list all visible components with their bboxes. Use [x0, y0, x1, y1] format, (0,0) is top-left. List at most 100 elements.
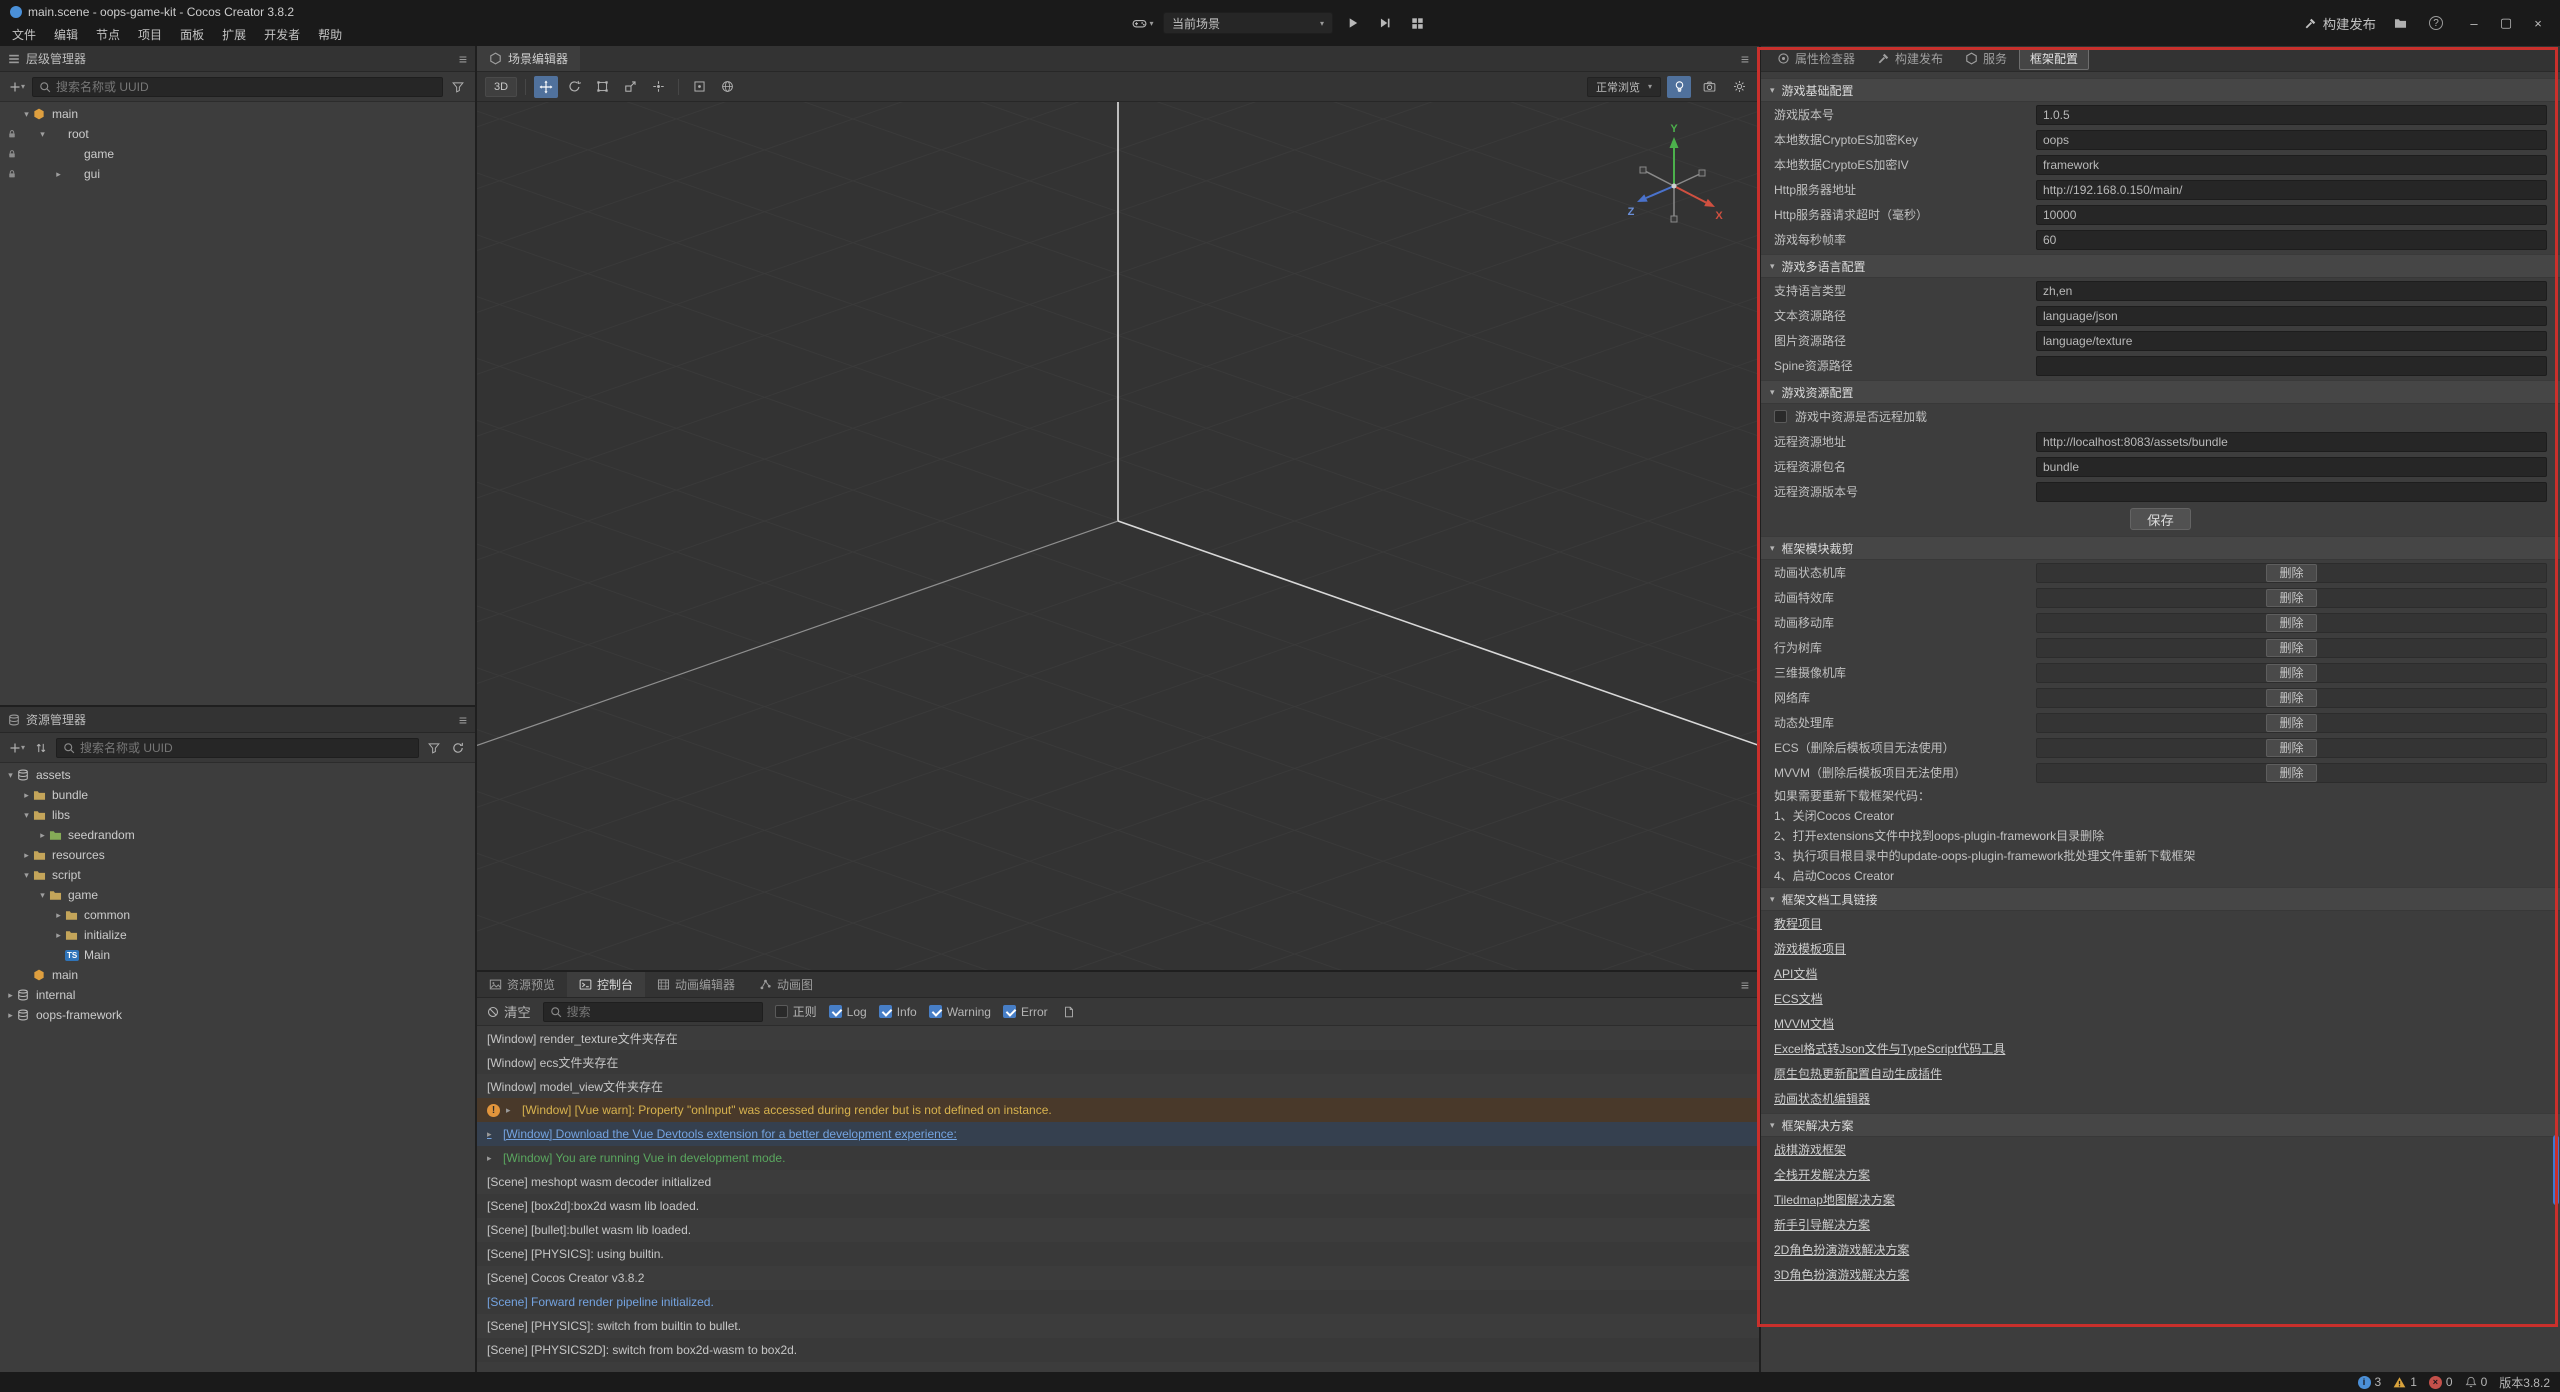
panel-menu-icon[interactable]: ≡ — [459, 51, 467, 67]
expand-arrow-icon[interactable]: ▾ — [36, 890, 49, 901]
expand-arrow-icon[interactable]: ▸ — [20, 850, 33, 861]
layout-button[interactable] — [1405, 12, 1429, 34]
menu-item-4[interactable]: 面板 — [171, 24, 213, 46]
doc-link[interactable]: 全栈开发解决方案 — [1774, 1166, 1870, 1183]
tree-row-game[interactable]: ▾game — [0, 885, 475, 905]
play-button[interactable] — [1341, 12, 1365, 34]
doc-link[interactable]: 教程项目 — [1774, 915, 1822, 932]
coordinate-space-button[interactable] — [715, 76, 739, 98]
property-input[interactable] — [2036, 356, 2547, 376]
tree-row-common[interactable]: ▸common — [0, 905, 475, 925]
menu-item-7[interactable]: 帮助 — [309, 24, 351, 46]
scene-select[interactable]: 当前场景 ▾ — [1163, 12, 1333, 34]
menu-item-3[interactable]: 项目 — [129, 24, 171, 46]
property-input[interactable] — [2036, 306, 2547, 326]
console-log-row[interactable]: [Scene] meshopt wasm decoder initialized — [477, 1170, 1759, 1194]
scene-settings-button[interactable] — [1727, 76, 1751, 98]
create-node-button[interactable]: ▾ — [8, 77, 26, 97]
inspector-tab-0[interactable]: 属性检查器 — [1767, 46, 1865, 72]
expand-arrow-icon[interactable]: ▾ — [36, 129, 49, 140]
console-filter-0[interactable]: 正则 — [775, 1003, 817, 1020]
console-log-row[interactable]: [Scene] [bullet]:bullet wasm lib loaded. — [477, 1218, 1759, 1242]
step-button[interactable] — [1373, 12, 1397, 34]
menu-item-6[interactable]: 开发者 — [255, 24, 309, 46]
doc-link[interactable]: 游戏模板项目 — [1774, 940, 1846, 957]
tree-row-root[interactable]: ▾root — [0, 124, 475, 144]
console-search-input[interactable] — [567, 1005, 756, 1019]
console-log-row[interactable]: [Scene] [PHYSICS]: switch from builtin t… — [477, 1314, 1759, 1338]
checkbox[interactable] — [775, 1005, 788, 1018]
console-log-row[interactable]: [Window] model_view文件夹存在 — [477, 1074, 1759, 1098]
tree-row-gui[interactable]: ▸gui — [0, 164, 475, 184]
log-expand-arrow-icon[interactable]: ▸ — [487, 1153, 497, 1164]
hierarchy-search[interactable] — [32, 77, 443, 97]
console-log-row[interactable]: [Scene] Cocos Creator v3.8.2 — [477, 1266, 1759, 1290]
expand-arrow-icon[interactable]: ▸ — [4, 1010, 17, 1021]
error-count[interactable]: × 0 — [2429, 1375, 2453, 1389]
property-input[interactable] — [2036, 331, 2547, 351]
build-publish-button[interactable]: 构建发布 — [2304, 14, 2376, 33]
section-header-2[interactable]: ▾游戏资源配置 — [1761, 380, 2560, 404]
checkbox[interactable] — [829, 1005, 842, 1018]
info-count[interactable]: i 3 — [2358, 1375, 2382, 1389]
tree-row-script[interactable]: ▾script — [0, 865, 475, 885]
property-input[interactable] — [2036, 281, 2547, 301]
assets-filter-button[interactable] — [425, 738, 443, 758]
inspector-tab-2[interactable]: 服务 — [1955, 46, 2017, 72]
doc-link[interactable]: API文档 — [1774, 965, 1817, 982]
preview-device-button[interactable]: ▾ — [1131, 12, 1155, 34]
checkbox[interactable] — [879, 1005, 892, 1018]
expand-arrow-icon[interactable]: ▾ — [20, 810, 33, 821]
move-tool-button[interactable] — [534, 76, 558, 98]
console-log-row[interactable]: [Scene] [PHYSICS]: using builtin. — [477, 1242, 1759, 1266]
menu-item-5[interactable]: 扩展 — [213, 24, 255, 46]
console-tab-1[interactable]: 控制台 — [567, 972, 645, 997]
delete-button[interactable]: 删除 — [2266, 589, 2316, 607]
property-input[interactable] — [2036, 180, 2547, 200]
scene-viewport[interactable]: Y X Z — [477, 102, 1759, 970]
expand-arrow-icon[interactable]: ▸ — [4, 990, 17, 1001]
console-filter-4[interactable]: Error — [1003, 1003, 1048, 1020]
expand-arrow-icon[interactable]: ▸ — [20, 790, 33, 801]
delete-button[interactable]: 删除 — [2266, 614, 2316, 632]
tree-row-bundle[interactable]: ▸bundle — [0, 785, 475, 805]
tree-row-internal[interactable]: ▸internal — [0, 985, 475, 1005]
expand-arrow-icon[interactable]: ▾ — [4, 770, 17, 781]
expand-arrow-icon[interactable]: ▸ — [52, 930, 65, 941]
expand-arrow-icon[interactable]: ▸ — [52, 169, 65, 180]
doc-link[interactable]: 3D角色扮演游戏解决方案 — [1774, 1266, 1909, 1283]
checkbox[interactable] — [1774, 410, 1787, 423]
rect-tool-button[interactable] — [590, 76, 614, 98]
expand-arrow-icon[interactable]: ▸ — [36, 830, 49, 841]
sort-assets-button[interactable] — [32, 738, 50, 758]
tree-row-game[interactable]: game — [0, 144, 475, 164]
close-button[interactable]: × — [2524, 16, 2552, 31]
tree-row-seedrandom[interactable]: ▸seedrandom — [0, 825, 475, 845]
tree-row-Main[interactable]: TSMain — [0, 945, 475, 965]
expand-arrow-icon[interactable]: ▾ — [20, 870, 33, 881]
maximize-button[interactable]: ▢ — [2492, 15, 2520, 31]
help-button[interactable]: ? — [2424, 12, 2448, 34]
menu-item-0[interactable]: 文件 — [3, 24, 45, 46]
panel-menu-icon[interactable]: ≡ — [1731, 972, 1759, 997]
view-mode-select[interactable]: 正常浏览▾ — [1587, 77, 1661, 97]
console-log-row[interactable]: ▸[Window] Download the Vue Devtools exte… — [477, 1122, 1759, 1146]
console-tab-3[interactable]: 动画图 — [747, 972, 825, 997]
delete-button[interactable]: 删除 — [2266, 639, 2316, 657]
delete-button[interactable]: 删除 — [2266, 689, 2316, 707]
hierarchy-filter-button[interactable] — [449, 77, 467, 97]
section-header-1[interactable]: ▾游戏多语言配置 — [1761, 254, 2560, 278]
panel-menu-icon[interactable]: ≡ — [459, 712, 467, 728]
assets-search-input[interactable] — [80, 741, 412, 755]
property-input[interactable] — [2036, 155, 2547, 175]
checkbox[interactable] — [1003, 1005, 1016, 1018]
scale-tool-button[interactable] — [618, 76, 642, 98]
doc-link[interactable]: 2D角色扮演游戏解决方案 — [1774, 1241, 1909, 1258]
delete-button[interactable]: 删除 — [2266, 714, 2316, 732]
property-input[interactable] — [2036, 230, 2547, 250]
log-expand-arrow-icon[interactable]: ▸ — [506, 1105, 516, 1116]
console-log-row[interactable]: [Scene] [PHYSICS2D]: switch from box2d-w… — [477, 1338, 1759, 1362]
property-input[interactable] — [2036, 457, 2547, 477]
property-input[interactable] — [2036, 105, 2547, 125]
checkbox[interactable] — [929, 1005, 942, 1018]
